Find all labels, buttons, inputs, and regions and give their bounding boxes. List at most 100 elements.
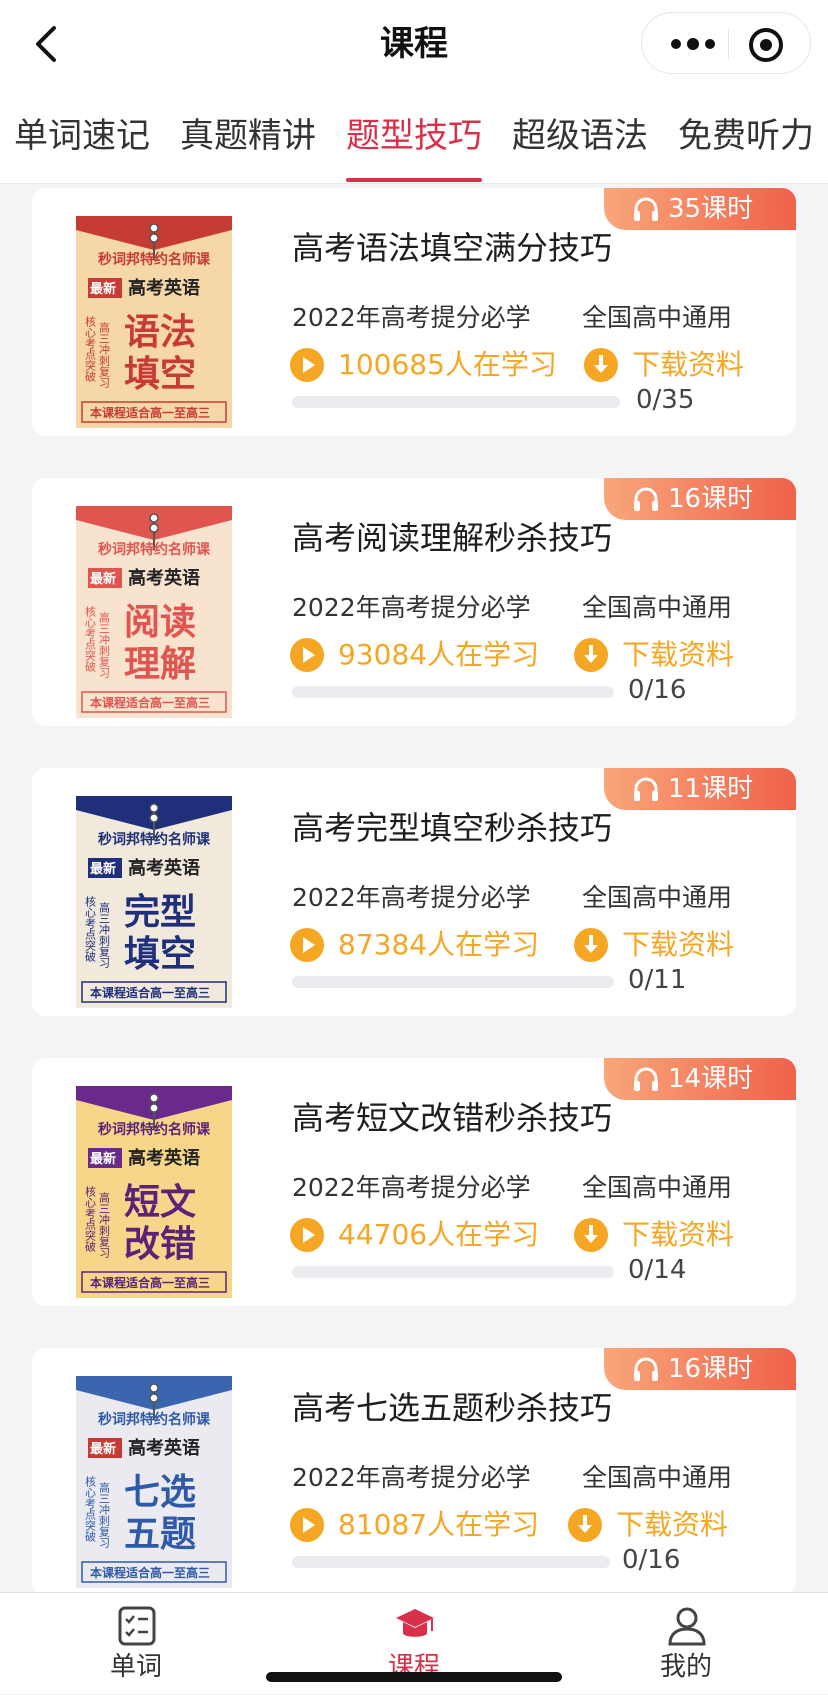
progress-text: 0/16 [622, 1545, 681, 1575]
cover-brand: 秒词邦特约名师课 [98, 831, 211, 848]
learner-count: 93084人在学习 [338, 638, 540, 671]
course-scope: 全国高中通用 [582, 1463, 733, 1492]
headphones-icon [634, 1067, 658, 1091]
progress-text: 0/11 [628, 965, 687, 995]
cover-topic1: 七选 [124, 1472, 196, 1513]
cover-side2: 核心考点突破 [84, 1185, 97, 1253]
course-list: 35课时 秒词邦特约名师课 最新 高考英语 高三冲刺复习 核心考点突破 语法 填… [0, 184, 828, 1592]
top-bar: 课程 [0, 0, 828, 88]
nav-item-profile[interactable]: 我的 [606, 1593, 766, 1695]
course-scope: 全国高中通用 [582, 593, 733, 622]
checklist-icon [118, 1606, 156, 1646]
course-cover: 秒词邦特约名师课 最新 高考英语 高三冲刺复习 核心考点突破 七选 五题 本课程… [76, 1376, 232, 1588]
course-card[interactable]: 11课时 秒词邦特约名师课 最新 高考英语 高三冲刺复习 核心考点突破 完型 填… [32, 768, 796, 1016]
lesson-count-badge: 11课时 [604, 768, 796, 810]
play-icon [290, 928, 324, 962]
headphones-icon [634, 487, 658, 511]
download-icon[interactable] [568, 1508, 602, 1542]
cover-topic2: 改错 [124, 1224, 196, 1265]
cover-tag: 最新 [90, 1441, 116, 1457]
course-cover: 秒词邦特约名师课 最新 高考英语 高三冲刺复习 核心考点突破 完型 填空 本课程… [76, 796, 232, 1008]
course-subtitle: 2022年高考提分必学 [292, 1463, 531, 1492]
course-title: 高考完型填空秒杀技巧 [292, 809, 613, 847]
tab-past-papers[interactable]: 真题精讲 [180, 114, 316, 158]
tab-vocabulary[interactable]: 单词速记 [14, 114, 150, 158]
mini-program-capsule [641, 12, 811, 74]
lesson-count-badge: 35课时 [604, 188, 796, 230]
cover-side: 高三冲刺复习 [98, 1481, 111, 1548]
lesson-count-badge: 16课时 [604, 478, 796, 520]
course-scope: 全国高中通用 [582, 883, 733, 912]
active-tab-indicator [346, 178, 482, 182]
learner-count: 87384人在学习 [338, 928, 540, 961]
lesson-count: 16课时 [668, 484, 754, 514]
course-card[interactable]: 14课时 秒词邦特约名师课 最新 高考英语 高三冲刺复习 核心考点突破 短文 改… [32, 1058, 796, 1306]
course-cover-art: 秒词邦特约名师课 最新 高考英语 高三冲刺复习 核心考点突破 阅读 理解 本课程… [76, 506, 232, 718]
course-card[interactable]: 35课时 秒词邦特约名师课 最新 高考英语 高三冲刺复习 核心考点突破 语法 填… [32, 188, 796, 436]
progress-text: 0/14 [628, 1255, 687, 1285]
lesson-count: 11课时 [668, 774, 754, 804]
play-icon [290, 638, 324, 672]
play-icon [290, 348, 324, 382]
home-indicator [266, 1672, 562, 1682]
download-icon[interactable] [574, 638, 608, 672]
progress-bar [292, 1556, 610, 1568]
lesson-count: 16课时 [668, 1354, 754, 1384]
download-icon[interactable] [584, 348, 618, 382]
cover-tag: 最新 [90, 1151, 116, 1167]
cover-side2: 核心考点突破 [84, 605, 97, 673]
more-button[interactable] [662, 31, 724, 57]
cover-footer: 本课程适合高一至高三 [90, 1565, 210, 1580]
cover-side: 高三冲刺复习 [98, 1191, 111, 1258]
course-title: 高考七选五题秒杀技巧 [292, 1389, 613, 1427]
progress-text: 0/35 [636, 385, 695, 415]
cover-footer: 本课程适合高一至高三 [90, 695, 210, 710]
category-tabs: 单词速记 真题精讲 题型技巧 超级语法 免费听力 [0, 88, 828, 184]
headphones-icon [634, 777, 658, 801]
cover-topic1: 阅读 [124, 602, 196, 643]
progress-bar [292, 396, 620, 408]
cover-footer: 本课程适合高一至高三 [90, 1275, 210, 1290]
progress-text: 0/16 [628, 675, 687, 705]
nav-item-words[interactable]: 单词 [56, 1593, 216, 1695]
cover-topic1: 语法 [124, 312, 196, 353]
cover-brand: 秒词邦特约名师课 [98, 541, 211, 558]
cover-side2: 核心考点突破 [84, 315, 97, 383]
cover-heading: 高考英语 [128, 857, 200, 879]
cover-heading: 高考英语 [128, 567, 200, 589]
course-card[interactable]: 16课时 秒词邦特约名师课 最新 高考英语 高三冲刺复习 核心考点突破 七选 五… [32, 1348, 796, 1592]
learner-count: 44706人在学习 [338, 1218, 540, 1251]
progress-bar [292, 1266, 614, 1278]
lesson-count-badge: 14课时 [604, 1058, 796, 1100]
cover-brand: 秒词邦特约名师课 [98, 1121, 211, 1138]
tab-listening[interactable]: 免费听力 [678, 114, 814, 158]
course-cover: 秒词邦特约名师课 最新 高考英语 高三冲刺复习 核心考点突破 短文 改错 本课程… [76, 1086, 232, 1298]
cover-topic2: 填空 [124, 354, 196, 395]
tab-question-skills[interactable]: 题型技巧 [346, 114, 482, 158]
cover-footer: 本课程适合高一至高三 [90, 985, 210, 1000]
course-scope: 全国高中通用 [582, 303, 733, 332]
capsule-divider [728, 29, 729, 59]
play-icon [290, 1508, 324, 1542]
cover-topic2: 填空 [124, 934, 196, 975]
target-icon [749, 28, 783, 62]
course-subtitle: 2022年高考提分必学 [292, 883, 531, 912]
course-subtitle: 2022年高考提分必学 [292, 303, 531, 332]
cover-footer: 本课程适合高一至高三 [90, 405, 210, 420]
cover-tag: 最新 [90, 281, 116, 297]
download-icon[interactable] [574, 928, 608, 962]
course-title: 高考短文改错秒杀技巧 [292, 1099, 613, 1137]
course-card[interactable]: 16课时 秒词邦特约名师课 最新 高考英语 高三冲刺复习 核心考点突破 阅读 理… [32, 478, 796, 726]
cover-brand: 秒词邦特约名师课 [98, 251, 211, 268]
tab-grammar[interactable]: 超级语法 [512, 114, 648, 158]
cover-heading: 高考英语 [128, 1147, 200, 1169]
close-miniprogram-button[interactable] [746, 25, 786, 65]
download-icon[interactable] [574, 1218, 608, 1252]
lesson-count: 14课时 [668, 1064, 754, 1094]
course-cover-art: 秒词邦特约名师课 最新 高考英语 高三冲刺复习 核心考点突破 完型 填空 本课程… [76, 796, 232, 1008]
user-icon [668, 1607, 706, 1646]
course-cover: 秒词邦特约名师课 最新 高考英语 高三冲刺复习 核心考点突破 语法 填空 本课程… [76, 216, 232, 428]
cover-side2: 核心考点突破 [84, 895, 97, 963]
course-subtitle: 2022年高考提分必学 [292, 1173, 531, 1202]
progress-bar [292, 686, 614, 698]
